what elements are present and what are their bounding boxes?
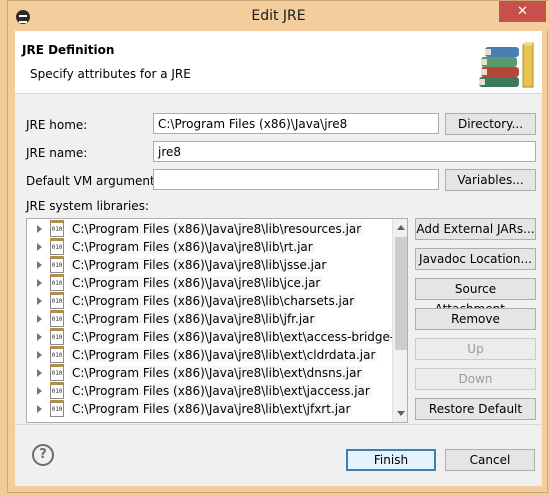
variables-button[interactable]: Variables... (445, 169, 536, 191)
library-tree-item[interactable]: 010 C:\Program Files (x86)\Java\jre8\lib\… (27, 292, 391, 311)
scrollbar-thumb[interactable] (395, 237, 407, 350)
close-button[interactable]: ✕ (499, 1, 546, 22)
scroll-up-arrow-icon[interactable] (397, 225, 405, 230)
library-tree-item[interactable]: 010 C:\Program Files (x86)\Java\jre8\lib\… (27, 220, 391, 239)
jar-file-icon: 010 (50, 328, 64, 345)
directory-button[interactable]: Directory... (445, 113, 536, 135)
jar-file-icon: 010 (50, 274, 64, 291)
expand-arrow-icon[interactable] (37, 333, 42, 341)
library-tree-item[interactable]: 010 C:\Program Files (x86)\Java\jre8\lib\… (27, 274, 391, 293)
library-tree-item[interactable]: 010 C:\Program Files (x86)\Java\jre8\lib\… (27, 346, 391, 365)
jar-file-icon: 010 (50, 400, 64, 417)
jar-file-icon: 010 (50, 346, 64, 363)
dialog-content: JRE Definition Specify attributes for a … (15, 31, 542, 486)
javadoc-location-button[interactable]: Javadoc Location... (415, 248, 536, 270)
expand-arrow-icon[interactable] (37, 225, 42, 233)
source-attachment-button[interactable]: Source Attachment... (415, 278, 536, 316)
expand-arrow-icon[interactable] (37, 351, 42, 359)
header-subtitle: Specify attributes for a JRE (30, 67, 191, 81)
header-title: JRE Definition (22, 43, 115, 57)
expand-arrow-icon[interactable] (37, 315, 42, 323)
library-path-label: C:\Program Files (x86)\Java\jre8\lib\jfr… (70, 312, 317, 326)
window-title: Edit JRE (251, 8, 306, 24)
library-path-label: C:\Program Files (x86)\Java\jre8\lib\jss… (70, 258, 329, 272)
jar-file-icon: 010 (50, 292, 64, 309)
expand-arrow-icon[interactable] (37, 297, 42, 305)
vm-arguments-input[interactable] (153, 169, 439, 190)
title-bar[interactable]: Edit JRE ✕ (8, 1, 549, 31)
scroll-down-arrow-icon[interactable] (397, 411, 405, 416)
jre-name-label: JRE name: (26, 146, 88, 160)
library-path-label: C:\Program Files (x86)\Java\jre8\lib\rt.… (70, 240, 315, 254)
library-path-label: C:\Program Files (x86)\Java\jre8\lib\ext… (70, 384, 372, 398)
jre-name-input[interactable]: jre8 (153, 141, 536, 162)
expand-arrow-icon[interactable] (37, 243, 42, 251)
library-tree-item[interactable]: 010 C:\Program Files (x86)\Java\jre8\lib\… (27, 382, 391, 401)
library-tree-item[interactable]: 010 C:\Program Files (x86)\Java\jre8\lib\… (27, 364, 391, 383)
library-tree-item[interactable]: 010 C:\Program Files (x86)\Java\jre8\lib\… (27, 256, 391, 275)
library-path-label: C:\Program Files (x86)\Java\jre8\lib\ext… (70, 348, 378, 362)
jar-file-icon: 010 (50, 382, 64, 399)
help-icon[interactable]: ? (32, 444, 54, 466)
library-path-label: C:\Program Files (x86)\Java\jre8\lib\cha… (70, 294, 357, 308)
up-button[interactable]: Up (415, 338, 536, 360)
dialog-footer: ? Finish Cancel (15, 424, 542, 486)
library-tree-item[interactable]: 010 C:\Program Files (x86)\Java\jre8\lib\… (27, 400, 391, 419)
expand-arrow-icon[interactable] (37, 369, 42, 377)
jar-file-icon: 010 (50, 238, 64, 255)
jar-file-icon: 010 (50, 310, 64, 327)
restore-default-button[interactable]: Restore Default (415, 398, 536, 420)
library-path-label: C:\Program Files (x86)\Java\jre8\lib\jce… (70, 276, 323, 290)
down-button[interactable]: Down (415, 368, 536, 390)
jar-file-icon: 010 (50, 256, 64, 273)
jre-home-input[interactable]: C:\Program Files (x86)\Java\jre8 (153, 113, 439, 134)
remove-button[interactable]: Remove (415, 308, 536, 330)
finish-button[interactable]: Finish (346, 449, 436, 471)
library-path-label: C:\Program Files (x86)\Java\jre8\lib\ext… (70, 366, 364, 380)
add-external-jars-button[interactable]: Add External JARs... (415, 218, 536, 240)
library-path-label: C:\Program Files (x86)\Java\jre8\lib\ext… (70, 330, 407, 344)
dialog-header: JRE Definition Specify attributes for a … (15, 31, 542, 94)
jar-file-icon: 010 (50, 220, 64, 237)
system-libraries-label: JRE system libraries: (26, 199, 149, 213)
window-frame: Edit JRE ✕ JRE Definition Specify attrib… (7, 0, 549, 493)
vm-arguments-label: Default VM arguments: (26, 174, 166, 188)
edit-jre-window: Edit JRE ✕ JRE Definition Specify attrib… (0, 0, 550, 496)
library-tree-item[interactable]: 010 C:\Program Files (x86)\Java\jre8\lib\… (27, 238, 391, 257)
expand-arrow-icon[interactable] (37, 261, 42, 269)
library-path-label: C:\Program Files (x86)\Java\jre8\lib\res… (70, 222, 364, 236)
tree-scrollbar[interactable] (392, 219, 407, 422)
expand-arrow-icon[interactable] (37, 405, 42, 413)
books-icon (479, 42, 534, 88)
libraries-tree[interactable]: 010 C:\Program Files (x86)\Java\jre8\lib\… (26, 218, 408, 423)
cancel-button[interactable]: Cancel (445, 449, 535, 471)
jre-home-label: JRE home: (26, 118, 88, 132)
jar-file-icon: 010 (50, 364, 64, 381)
library-tree-item[interactable]: 010 C:\Program Files (x86)\Java\jre8\lib\… (27, 328, 407, 347)
library-tree-item[interactable]: 010 C:\Program Files (x86)\Java\jre8\lib\… (27, 310, 391, 329)
expand-arrow-icon[interactable] (37, 387, 42, 395)
library-path-label: C:\Program Files (x86)\Java\jre8\lib\ext… (70, 402, 353, 416)
expand-arrow-icon[interactable] (37, 279, 42, 287)
